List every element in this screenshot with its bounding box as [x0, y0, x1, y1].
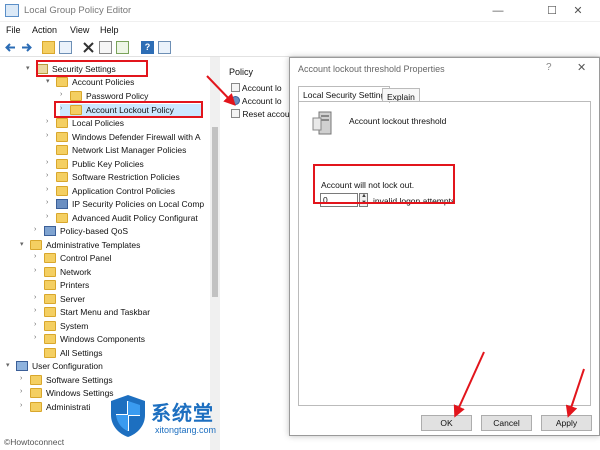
annotation-arrows [206, 75, 585, 418]
watermark-site: xitongtang.com [155, 425, 217, 435]
arrow-to-ok-button [453, 351, 485, 418]
watermark-brand: 系统堂 [151, 403, 214, 425]
arrow-to-policy-icon [206, 75, 236, 106]
arrow-to-apply-button [565, 368, 585, 418]
shield-logo-icon [108, 393, 148, 439]
credit-text: ©Howtoconnect [4, 437, 65, 447]
